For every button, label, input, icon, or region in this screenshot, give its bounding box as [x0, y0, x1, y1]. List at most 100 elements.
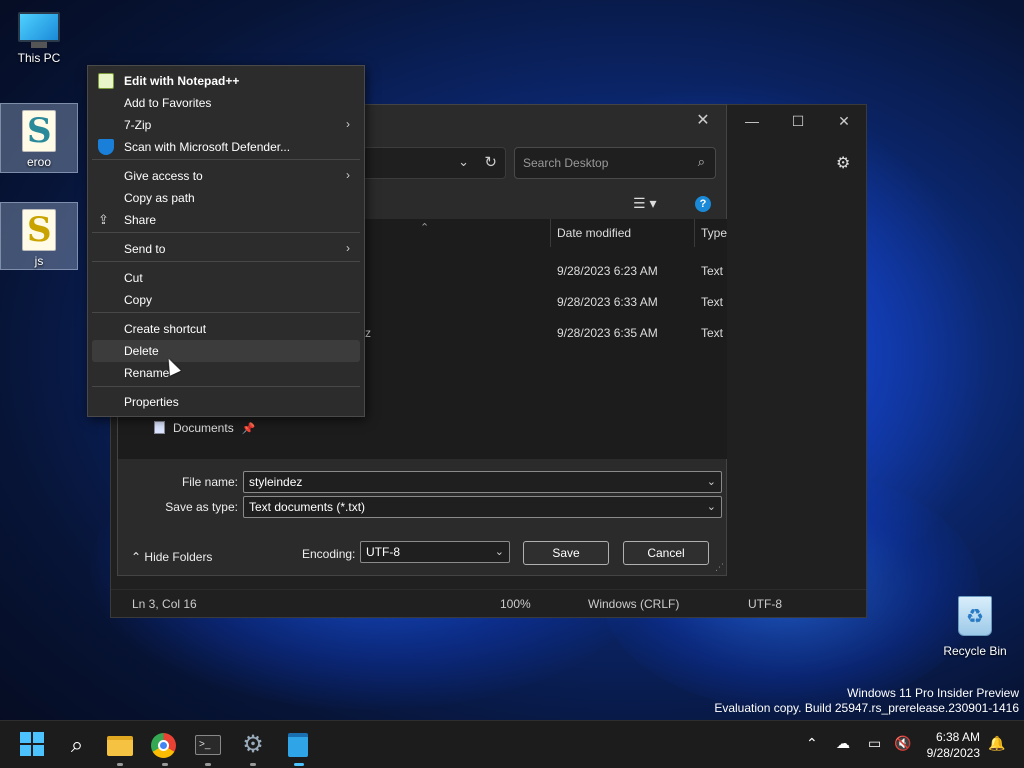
- menu-item-share[interactable]: ⇪ Share: [92, 209, 360, 231]
- chevron-down-icon[interactable]: ⌄: [707, 475, 716, 488]
- encoding-select[interactable]: UTF-8 ⌄: [360, 541, 510, 563]
- notification-bell-icon[interactable]: 🔔: [988, 735, 1005, 752]
- chrome-icon[interactable]: [151, 731, 179, 759]
- running-indicator: [250, 763, 256, 766]
- gear-icon[interactable]: ⚙: [836, 153, 850, 173]
- menu-item-copy-as-path[interactable]: Copy as path: [92, 187, 360, 209]
- menu-separator: [92, 261, 360, 262]
- script-file-icon: S: [22, 110, 56, 152]
- nav-item-documents[interactable]: Documents 📌: [154, 421, 255, 435]
- encoding-value: UTF-8: [366, 545, 400, 559]
- menu-item-rename[interactable]: Rename: [92, 362, 360, 384]
- menu-item-edit-with-notepadpp[interactable]: Edit with Notepad++: [92, 70, 360, 92]
- command-bar: ☰ ▾ ?: [358, 189, 726, 219]
- menu-item-label: Send to: [124, 242, 166, 256]
- menu-item-copy[interactable]: Copy: [92, 289, 360, 311]
- menu-item-give-access[interactable]: Give access to ›: [92, 165, 360, 187]
- view-options-icon[interactable]: ☰ ▾: [633, 195, 656, 212]
- menu-item-send-to[interactable]: Send to ›: [92, 238, 360, 260]
- menu-item-label: Properties: [124, 395, 179, 409]
- cancel-button[interactable]: Cancel: [623, 541, 709, 565]
- monitor-icon: [18, 12, 60, 42]
- search-icon[interactable]: ⌕: [63, 731, 91, 759]
- onedrive-icon[interactable]: ☁: [836, 735, 850, 752]
- save-as-type-value: Text documents (*.txt): [249, 500, 366, 514]
- chevron-down-icon[interactable]: ⌄: [495, 545, 504, 558]
- menu-separator: [92, 312, 360, 313]
- encoding-label: Encoding:: [302, 547, 356, 561]
- settings-icon[interactable]: ⚙: [239, 731, 267, 759]
- desktop-icon-js[interactable]: S js: [0, 202, 78, 270]
- evaluation-watermark: Windows 11 Pro Insider Preview Evaluatio…: [714, 686, 1019, 716]
- menu-item-label: Create shortcut: [124, 322, 207, 336]
- file-type: Text D: [701, 264, 727, 278]
- menu-item-create-shortcut[interactable]: Create shortcut: [92, 318, 360, 340]
- desktop-icon-eroo[interactable]: S eroo: [0, 103, 78, 173]
- menu-item-label: Rename: [124, 366, 170, 380]
- sort-ascending-icon: ⌃: [420, 222, 430, 234]
- chevron-right-icon: ›: [346, 168, 350, 182]
- defender-shield-icon: [98, 139, 114, 155]
- network-icon[interactable]: ▭: [868, 735, 881, 752]
- file-date: 9/28/2023 6:23 AM: [557, 264, 658, 278]
- help-icon[interactable]: ?: [695, 196, 711, 212]
- desktop-icon-label: js: [34, 254, 44, 268]
- file-type: Text D: [701, 295, 727, 309]
- desktop-icon-recycle-bin[interactable]: ♻ Recycle Bin: [940, 596, 1010, 658]
- menu-item-cut[interactable]: Cut: [92, 267, 360, 289]
- encoding-status: UTF-8: [748, 597, 782, 611]
- active-indicator: [294, 763, 304, 766]
- clock[interactable]: 6:38 AM 9/28/2023: [927, 729, 980, 761]
- watermark-line: Windows 11 Pro Insider Preview: [847, 686, 1019, 700]
- menu-item-label: Delete: [124, 344, 159, 358]
- chevron-down-icon[interactable]: ⌄: [707, 500, 716, 513]
- chevron-right-icon: ›: [346, 241, 350, 255]
- file-explorer-icon[interactable]: [107, 731, 135, 759]
- hide-folders-label: Hide Folders: [144, 550, 213, 564]
- save-as-type-select[interactable]: Text documents (*.txt) ⌄: [243, 496, 722, 518]
- menu-item-properties[interactable]: Properties: [92, 391, 360, 413]
- zoom-level: 100%: [500, 597, 531, 611]
- menu-item-scan-defender[interactable]: Scan with Microsoft Defender...: [92, 136, 360, 158]
- start-icon[interactable]: [19, 731, 47, 759]
- file-name-value: styleindez: [249, 475, 303, 489]
- close-button[interactable]: ✕: [821, 109, 867, 133]
- share-icon: ⇪: [98, 212, 109, 227]
- save-as-type-label: Save as type:: [165, 500, 238, 514]
- recycle-bin-icon: ♻: [958, 596, 992, 636]
- file-name-field[interactable]: styleindez ⌄: [243, 471, 722, 493]
- volume-muted-icon[interactable]: 🔇: [894, 735, 911, 752]
- desktop-icon-this-pc[interactable]: This PC: [0, 4, 78, 76]
- minimize-button[interactable]: —: [729, 109, 775, 133]
- refresh-icon[interactable]: ↻: [484, 153, 497, 171]
- save-button[interactable]: Save: [523, 541, 609, 565]
- file-type: Text D: [701, 326, 727, 340]
- menu-item-7zip[interactable]: 7-Zip ›: [92, 114, 360, 136]
- pin-icon: 📌: [241, 423, 256, 435]
- menu-separator: [92, 386, 360, 387]
- close-button[interactable]: ✕: [686, 109, 720, 133]
- file-name: z: [365, 326, 371, 340]
- menu-item-delete[interactable]: Delete: [92, 340, 360, 362]
- search-input[interactable]: Search Desktop ⌕: [514, 147, 716, 179]
- chevron-up-icon[interactable]: ⌃: [806, 735, 818, 752]
- column-date-modified[interactable]: Date modified: [550, 219, 694, 247]
- address-bar[interactable]: ⌄ ↻: [358, 147, 506, 179]
- maximize-button[interactable]: ☐: [775, 109, 821, 133]
- dialog-footer: File name: styleindez ⌄ Save as type: Te…: [118, 459, 726, 575]
- menu-item-label: Give access to: [124, 169, 203, 183]
- terminal-icon[interactable]: >_: [195, 731, 223, 759]
- watermark-line: Evaluation copy. Build 25947.rs_prerelea…: [714, 701, 1019, 715]
- notepad-icon[interactable]: [284, 731, 312, 759]
- chevron-down-icon[interactable]: ⌄: [458, 154, 469, 170]
- notepad-statusbar: Ln 3, Col 16 100% Windows (CRLF) UTF-8: [111, 589, 866, 617]
- chevron-right-icon: ›: [346, 117, 350, 131]
- notepadpp-icon: [98, 73, 114, 89]
- column-type[interactable]: Type: [694, 219, 727, 247]
- menu-item-add-to-favorites[interactable]: Add to Favorites: [92, 92, 360, 114]
- hide-folders-button[interactable]: ⌃ Hide Folders: [131, 550, 212, 564]
- script-file-icon: S: [22, 209, 56, 251]
- menu-separator: [92, 159, 360, 160]
- resize-grip-icon[interactable]: ⋰: [715, 562, 724, 573]
- line-endings: Windows (CRLF): [588, 597, 680, 611]
